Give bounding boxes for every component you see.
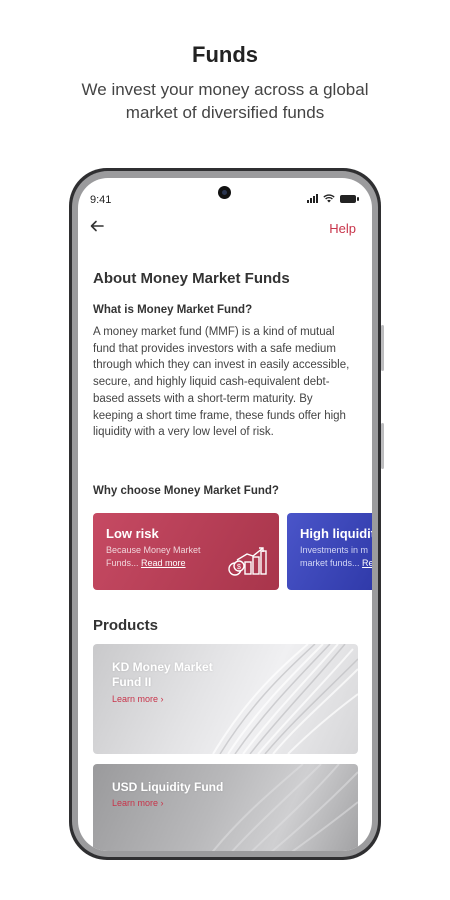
read-more-link[interactable]: Re	[362, 558, 372, 568]
learn-more-label: Learn more	[112, 798, 159, 808]
products-title: Products	[93, 617, 159, 634]
learn-more-link[interactable]: Learn more ›	[112, 798, 164, 808]
what-is-mmf-heading: What is Money Market Fund?	[93, 304, 253, 316]
help-link[interactable]: Help	[329, 221, 356, 236]
high-liquidity-card[interactable]: High liquidity Investments in m market f…	[287, 513, 372, 590]
learn-more-label: Learn more	[112, 694, 159, 704]
card-title: Low risk	[106, 526, 159, 541]
why-choose-heading: Why choose Money Market Fund?	[93, 485, 279, 497]
chart-coins-icon: $	[228, 547, 267, 576]
wifi-icon	[323, 194, 335, 203]
card-description: Investments in m market funds... Re	[300, 544, 372, 570]
card-desc-line: market funds...	[300, 558, 360, 568]
promo-subtitle: We invest your money across a global mar…	[81, 80, 369, 122]
read-more-link[interactable]: Read more	[141, 558, 186, 568]
low-risk-card[interactable]: Low risk Because Money Market Funds... R…	[93, 513, 279, 590]
card-desc-line: Funds...	[106, 558, 139, 568]
front-camera	[218, 186, 231, 199]
card-desc-line: Investments in m	[300, 545, 369, 555]
phone-side-button	[381, 423, 384, 469]
back-button[interactable]	[90, 216, 104, 237]
card-description: Because Money Market Funds... Read more	[106, 544, 201, 570]
about-title: About Money Market Funds	[93, 270, 290, 287]
status-icons	[307, 194, 359, 203]
product-card[interactable]: KD Money Market Fund II Learn more ›	[93, 644, 358, 754]
chevron-right-icon: ›	[160, 694, 164, 704]
chevron-right-icon: ›	[160, 798, 164, 808]
product-name: KD Money Market Fund II	[112, 660, 213, 689]
card-title: High liquidity	[300, 526, 372, 541]
phone-side-button	[381, 325, 384, 371]
product-name: USD Liquidity Fund	[112, 780, 224, 794]
mmf-description: A money market fund (MMF) is a kind of m…	[93, 326, 350, 439]
product-card[interactable]: USD Liquidity Fund Learn more ›	[93, 764, 358, 851]
phone-screen: 9:41 Help About Money Market Funds What …	[78, 178, 372, 851]
battery-icon	[340, 194, 359, 203]
learn-more-link[interactable]: Learn more ›	[112, 694, 164, 704]
status-time: 9:41	[90, 194, 112, 206]
signal-icon	[307, 194, 318, 203]
promo-title: Funds	[192, 42, 258, 67]
arrow-left-icon	[90, 220, 104, 232]
svg-text:$: $	[237, 564, 241, 571]
card-desc-line: Because Money Market	[106, 545, 201, 555]
